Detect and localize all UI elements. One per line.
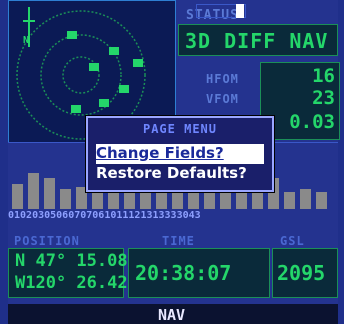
satellite-marker	[109, 47, 119, 55]
hfom-value: 16	[312, 65, 335, 87]
signal-bar	[28, 173, 39, 209]
time-field: 20:38:07	[128, 248, 270, 298]
satellite-marker	[133, 59, 143, 67]
satellite-marker	[89, 63, 99, 71]
signal-bar	[12, 184, 23, 209]
satellite-id-row: 01020305060707061011121313333043	[8, 210, 201, 221]
vfom-value: 23	[312, 87, 335, 109]
position-field: N 47° 15.08' W120° 26.42'	[8, 248, 138, 298]
signal-bar	[172, 192, 183, 209]
satellite-marker	[71, 105, 81, 113]
nav-status-bar: NAV	[8, 304, 338, 324]
signal-bar	[92, 192, 103, 209]
signal-bar	[44, 178, 55, 209]
satellite-marker	[99, 99, 109, 107]
page-menu-title: PAGE MENU	[142, 122, 218, 136]
page-menu: PAGE MENU Change Fields? Restore Default…	[86, 116, 274, 192]
signal-bar	[300, 189, 311, 209]
time-label: TIME	[162, 234, 195, 248]
gsl-field: 2095	[272, 248, 338, 298]
signal-bar	[316, 192, 327, 209]
latitude-value: N 47° 15.08'	[15, 251, 138, 271]
longitude-value: W120° 26.42'	[15, 273, 138, 293]
position-label: POSITION	[14, 234, 80, 248]
hfom-label: HFOM	[206, 72, 239, 86]
gsl-label: GSL	[280, 234, 305, 248]
satellite-marker	[119, 85, 129, 93]
time-value: 20:38:07	[135, 261, 232, 285]
status-field: 3D DIFF NAV	[178, 24, 338, 56]
vfom-label: VFOM	[206, 92, 239, 106]
signal-bar	[252, 189, 263, 209]
signal-bar	[284, 192, 295, 209]
page-cursor	[236, 4, 244, 18]
satellite-markers	[67, 31, 143, 113]
menu-item-change-fields[interactable]: Change Fields?	[96, 144, 264, 164]
signal-bar	[60, 189, 71, 209]
nav-mode-label: NAV	[158, 306, 186, 324]
satellite-marker	[67, 31, 77, 39]
gsl-value: 2095	[277, 261, 326, 285]
menu-item-restore-defaults[interactable]: Restore Defaults?	[96, 164, 264, 184]
signal-bar	[156, 189, 167, 209]
status-value: 3D DIFF NAV	[185, 29, 329, 53]
epe-value: 0.03	[289, 111, 335, 133]
north-label: N	[23, 35, 29, 46]
